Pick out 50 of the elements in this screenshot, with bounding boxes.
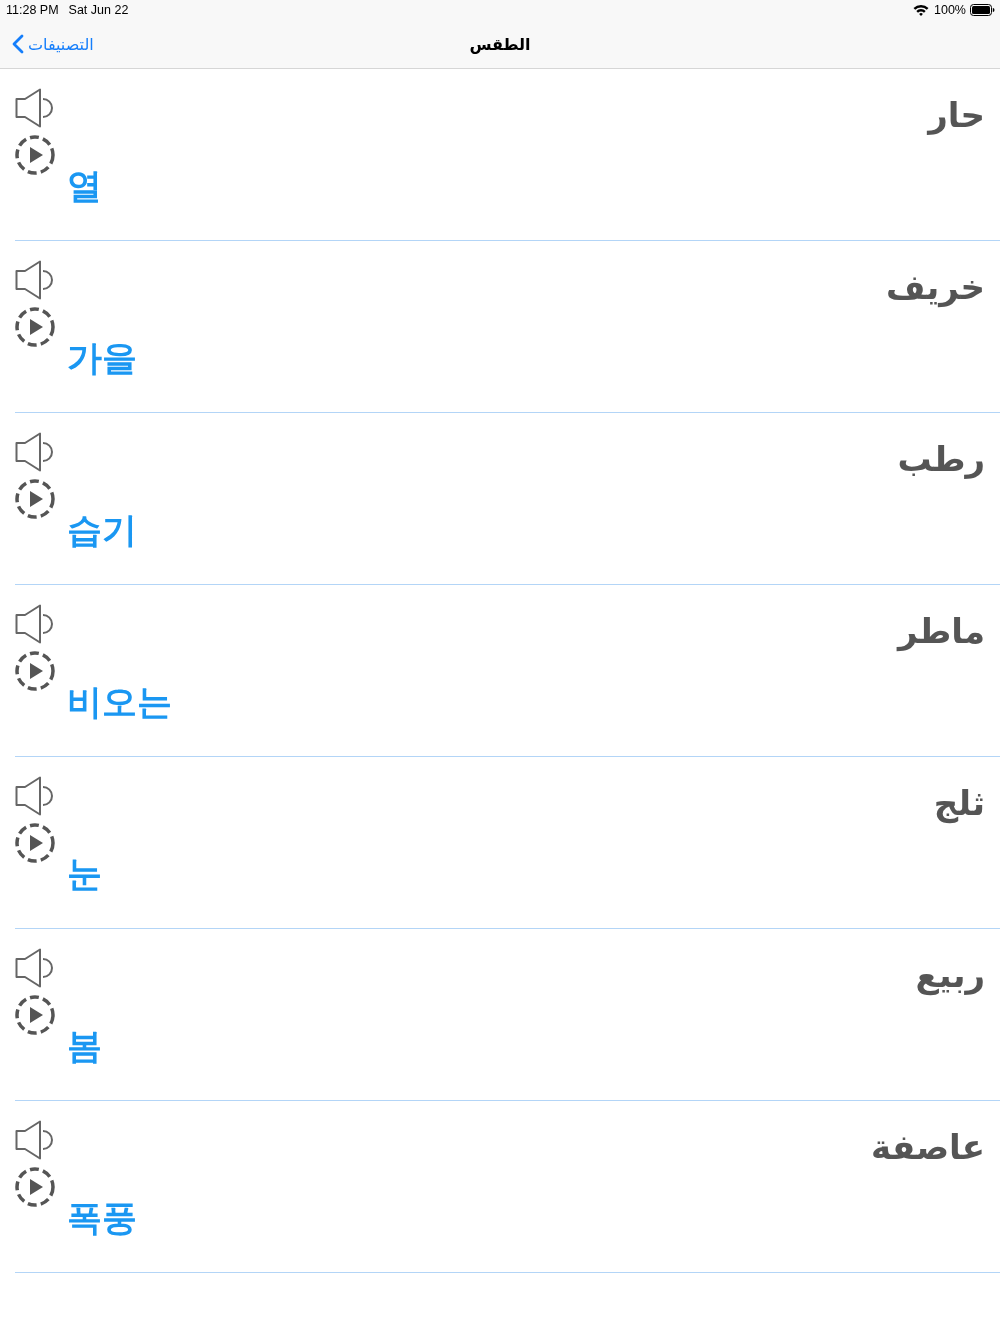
- play-button[interactable]: [15, 135, 55, 175]
- korean-word: 열: [67, 165, 102, 207]
- play-icon: [15, 651, 55, 691]
- arabic-word: ثلج: [933, 782, 985, 826]
- status-time: 11:28 PM: [6, 3, 59, 17]
- play-button[interactable]: [15, 307, 55, 347]
- korean-word: 눈: [67, 853, 102, 895]
- speaker-icon: [15, 776, 53, 816]
- speaker-button[interactable]: [15, 260, 53, 300]
- chevron-left-icon: [12, 34, 24, 54]
- arabic-word: حار: [928, 94, 985, 137]
- speaker-button[interactable]: [15, 88, 53, 128]
- speaker-icon: [15, 88, 53, 128]
- speaker-icon: [15, 260, 53, 300]
- play-button[interactable]: [15, 651, 55, 691]
- speaker-icon: [15, 432, 53, 472]
- arabic-word: عاصفة: [871, 1126, 985, 1169]
- korean-word: 가을: [67, 337, 137, 379]
- speaker-button[interactable]: [15, 1120, 53, 1160]
- play-icon: [15, 307, 55, 347]
- speaker-icon: [15, 1120, 53, 1160]
- page-title: الطقس: [469, 34, 531, 54]
- battery-percentage: 100%: [934, 3, 966, 17]
- play-icon: [15, 995, 55, 1035]
- speaker-button[interactable]: [15, 776, 53, 816]
- battery-icon: [970, 4, 995, 16]
- arabic-word: رطب: [897, 438, 985, 481]
- korean-word: 비오는: [67, 681, 172, 723]
- korean-word: 폭풍: [67, 1197, 137, 1239]
- arabic-word: خريف: [886, 266, 985, 310]
- play-icon: [15, 135, 55, 175]
- play-button[interactable]: [15, 479, 55, 519]
- korean-word: 봄: [67, 1025, 102, 1067]
- status-date: Sat Jun 22: [68, 3, 129, 17]
- korean-word: 습기: [67, 509, 137, 551]
- play-icon: [15, 823, 55, 863]
- wifi-icon: [913, 4, 929, 16]
- speaker-icon: [15, 948, 53, 988]
- speaker-button[interactable]: [15, 432, 53, 472]
- speaker-icon: [15, 604, 53, 644]
- play-button[interactable]: [15, 995, 55, 1035]
- play-icon: [15, 479, 55, 519]
- play-icon: [15, 1167, 55, 1207]
- arabic-word: ربيع: [915, 954, 985, 998]
- back-button[interactable]: التصنيفات: [12, 34, 94, 54]
- play-button[interactable]: [15, 823, 55, 863]
- speaker-button[interactable]: [15, 948, 53, 988]
- speaker-button[interactable]: [15, 604, 53, 644]
- play-button[interactable]: [15, 1167, 55, 1207]
- arabic-word: ماطر: [898, 610, 985, 654]
